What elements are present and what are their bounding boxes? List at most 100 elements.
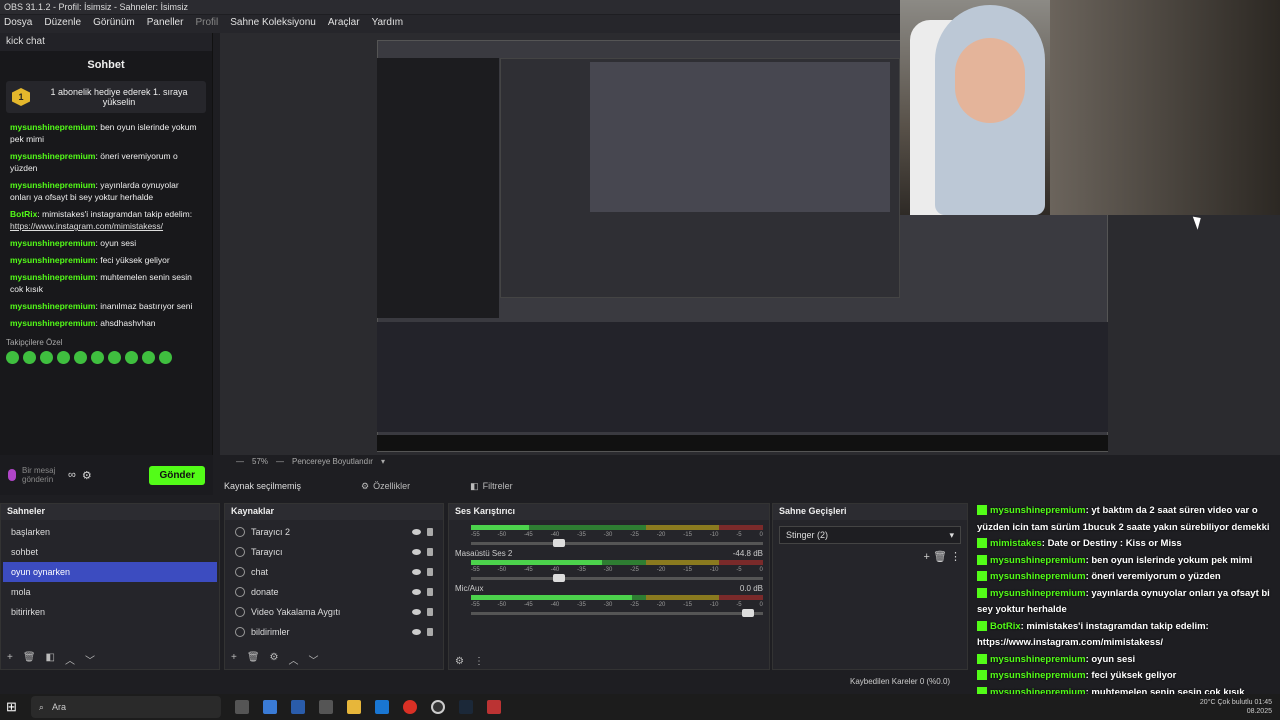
- filters-button[interactable]: ◧ Filtreler: [470, 481, 513, 492]
- transition-select[interactable]: Stinger (2) ▾: [779, 526, 961, 544]
- app-icon[interactable]: [318, 700, 333, 714]
- menu-profil[interactable]: Profil: [195, 17, 218, 31]
- overlay-chat-message: BotRix: mimistakes'i instagramdan takip …: [977, 620, 1209, 648]
- scene-item-selected[interactable]: oyun oynarken: [3, 562, 217, 582]
- volume-slider[interactable]: [471, 609, 763, 617]
- source-item[interactable]: Tarayıcı 2: [227, 522, 441, 542]
- browser-icon: [235, 527, 245, 537]
- add-icon[interactable]: +: [231, 652, 237, 667]
- eye-icon[interactable]: [412, 549, 421, 555]
- meter-tick: -30: [603, 532, 613, 538]
- gear-icon[interactable]: ⚙: [270, 652, 279, 667]
- app-icon[interactable]: [290, 700, 305, 714]
- badge-icon: [977, 587, 987, 598]
- lock-icon[interactable]: [427, 608, 433, 616]
- chat-message: mysunshinepremium: ben oyun islerinde yo…: [10, 122, 197, 144]
- more-icon[interactable]: ⋮: [474, 656, 484, 667]
- steam-icon[interactable]: [458, 700, 473, 714]
- windows-start-icon[interactable]: ⊞: [6, 699, 17, 715]
- source-item[interactable]: bildirimler: [227, 622, 441, 642]
- overlay-chat-message: mysunshinepremium: öneri veremiyorum o y…: [977, 569, 1278, 586]
- menu-yardim[interactable]: Yardım: [372, 17, 404, 31]
- obs-icon[interactable]: [430, 700, 445, 714]
- eye-icon[interactable]: [412, 569, 421, 575]
- slider-knob[interactable]: [552, 539, 565, 547]
- properties-button[interactable]: ⚙ Özellikler: [361, 481, 410, 492]
- source-item[interactable]: Video Yakalama Aygıtı: [227, 602, 441, 622]
- meter-tick: -55: [471, 532, 480, 538]
- slider-knob[interactable]: [742, 609, 755, 617]
- scene-item[interactable]: sohbet: [3, 542, 217, 562]
- menu-sahne-koleksiyonu[interactable]: Sahne Koleksiyonu: [230, 17, 316, 31]
- emote-icon[interactable]: [142, 351, 155, 364]
- gear-icon[interactable]: ⚙: [82, 469, 92, 482]
- lock-icon[interactable]: [427, 568, 433, 576]
- gear-icon[interactable]: ⚙: [455, 656, 464, 667]
- emote-icon[interactable]: [40, 351, 53, 364]
- down-icon[interactable]: ﹀: [309, 652, 319, 667]
- chevron-down-icon[interactable]: ▾: [381, 457, 385, 471]
- menu-paneller[interactable]: Paneller: [147, 17, 184, 31]
- emote-icon[interactable]: [74, 351, 87, 364]
- lock-icon[interactable]: [427, 588, 433, 596]
- instagram-link[interactable]: https://www.instagram.com/mimistakess/: [10, 221, 163, 231]
- scene-item[interactable]: bitirirken: [3, 602, 217, 622]
- app-icon[interactable]: [374, 700, 389, 714]
- lock-icon[interactable]: [427, 548, 433, 556]
- volume-slider[interactable]: [471, 574, 763, 582]
- eye-icon[interactable]: [412, 609, 421, 615]
- app-icon[interactable]: [486, 700, 501, 714]
- infinity-icon[interactable]: ∞: [68, 469, 76, 481]
- emote-icon[interactable]: [159, 351, 172, 364]
- lock-icon[interactable]: [427, 628, 433, 636]
- add-icon[interactable]: +: [7, 652, 13, 667]
- add-icon[interactable]: +: [923, 551, 929, 563]
- app-icon[interactable]: [262, 700, 277, 714]
- zoom-level[interactable]: 57%: [252, 457, 268, 471]
- up-icon[interactable]: ︿: [289, 652, 299, 667]
- meter-tick: -35: [577, 532, 586, 538]
- lock-icon[interactable]: [427, 528, 433, 536]
- webcam-background: [1050, 0, 1280, 215]
- taskbar-search[interactable]: ⌕ Ara: [30, 696, 221, 718]
- emote-icon[interactable]: [108, 351, 121, 364]
- source-item[interactable]: donate: [227, 582, 441, 602]
- volume-meter: [471, 560, 763, 565]
- chat-message: mysunshinepremium: muhtemelen senin sesi…: [10, 272, 192, 294]
- eye-icon[interactable]: [412, 529, 421, 535]
- fit-window[interactable]: Pencereye Boyutlandır: [292, 457, 373, 471]
- source-item[interactable]: Tarayıcı: [227, 542, 441, 562]
- emote-icon[interactable]: [125, 351, 138, 364]
- folder-icon[interactable]: [346, 700, 361, 714]
- trash-icon[interactable]: 🗑: [23, 652, 36, 667]
- nested-obs-preview-inner: [590, 62, 890, 212]
- menu-dosya[interactable]: Dosya: [4, 17, 32, 31]
- emote-icon[interactable]: [6, 351, 19, 364]
- microphone-icon[interactable]: [8, 469, 16, 481]
- down-icon[interactable]: ﹀: [85, 652, 95, 667]
- task-view-icon[interactable]: [234, 700, 249, 714]
- send-button[interactable]: Gönder: [149, 465, 205, 485]
- menu-araclar[interactable]: Araçlar: [328, 17, 360, 31]
- up-icon[interactable]: ︿: [65, 652, 75, 667]
- filter-icon[interactable]: ◧: [46, 652, 55, 667]
- pinned-message[interactable]: 1 1 abonelik hediye ederek 1. sıraya yük…: [6, 81, 206, 113]
- eye-icon[interactable]: [412, 629, 421, 635]
- slider-knob[interactable]: [552, 574, 565, 582]
- emote-icon[interactable]: [91, 351, 104, 364]
- scene-item[interactable]: mola: [3, 582, 217, 602]
- volume-slider[interactable]: [471, 539, 763, 547]
- trash-icon[interactable]: 🗑: [933, 551, 947, 563]
- eye-icon[interactable]: [412, 589, 421, 595]
- menu-duzenle[interactable]: Düzenle: [44, 17, 81, 31]
- chat-input[interactable]: Bir mesaj gönderin: [22, 466, 62, 484]
- menu-gorunum[interactable]: Görünüm: [93, 17, 135, 31]
- meter-tick: 0: [759, 567, 763, 573]
- emote-icon[interactable]: [23, 351, 36, 364]
- scene-item[interactable]: başlarken: [3, 522, 217, 542]
- chrome-icon[interactable]: [402, 700, 417, 714]
- trash-icon[interactable]: 🗑: [247, 652, 260, 667]
- more-icon[interactable]: ⋮: [950, 551, 961, 563]
- source-item[interactable]: chat: [227, 562, 441, 582]
- emote-icon[interactable]: [57, 351, 70, 364]
